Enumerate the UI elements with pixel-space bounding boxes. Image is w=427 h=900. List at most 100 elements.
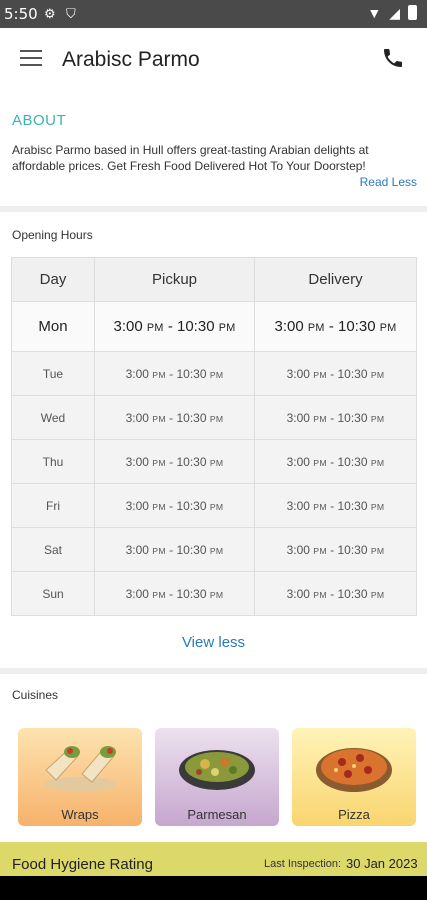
close-ampm: PM [379, 322, 397, 334]
wrap-icon [44, 746, 116, 791]
pickup-hours-cell: 3:00 PM - 10:30 PM [94, 571, 255, 616]
open-ampm: PM [152, 589, 166, 600]
time-separator: - [326, 542, 338, 557]
close-ampm: PM [370, 413, 385, 424]
wifi-icon: ▼ [367, 5, 382, 21]
battery-icon [408, 5, 417, 20]
day-cell: Thu [11, 439, 95, 484]
close-ampm: PM [218, 322, 236, 334]
cuisine-label: Parmesan [187, 807, 247, 822]
open-ampm: PM [152, 413, 166, 424]
time-separator: - [326, 366, 338, 381]
cuisine-card-pizza[interactable]: Pizza [292, 728, 416, 826]
open-ampm: PM [152, 501, 166, 512]
close-ampm: PM [209, 501, 224, 512]
open-ampm: PM [152, 457, 166, 468]
open-ampm: PM [313, 457, 327, 468]
day-cell: Mon [11, 301, 95, 352]
delivery-hours-cell: 3:00 PM - 10:30 PM [254, 571, 417, 616]
read-less-link[interactable]: Read Less [360, 175, 417, 189]
open-ampm: PM [146, 322, 164, 334]
last-inspection-label: Last Inspection: [264, 858, 342, 870]
open-ampm: PM [152, 369, 166, 380]
table-row: Wed 3:00 PM - 10:30 PM 3:00 PM - 10:30 PM [11, 395, 417, 440]
pickup-hours-cell: 3:00 PM - 10:30 PM [94, 301, 255, 352]
close-time: 10:30 [337, 498, 368, 513]
time-separator: - [326, 586, 338, 601]
time-separator: - [326, 498, 338, 513]
open-ampm: PM [313, 501, 327, 512]
open-time: 3:00 [125, 410, 149, 425]
close-time: 10:30 [338, 318, 376, 335]
time-separator: - [165, 498, 177, 513]
close-time: 10:30 [337, 586, 368, 601]
open-time: 3:00 [125, 366, 149, 381]
open-time: 3:00 [286, 454, 310, 469]
shield-icon: ⛉ [66, 6, 76, 21]
close-ampm: PM [209, 457, 224, 468]
open-ampm: PM [313, 589, 327, 600]
salad-bowl-icon [179, 750, 255, 790]
last-inspection-date: 30 Jan 2023 [346, 856, 418, 871]
close-time: 10:30 [176, 454, 207, 469]
open-time: 3:00 [286, 410, 310, 425]
open-ampm: PM [313, 369, 327, 380]
page-title: Arabisc Parmo [62, 48, 200, 71]
open-ampm: PM [313, 413, 327, 424]
time-separator: - [165, 542, 177, 557]
time-separator: - [163, 318, 177, 335]
cuisines-label: Cuisines [12, 688, 59, 702]
open-time: 3:00 [286, 498, 310, 513]
day-cell: Sat [11, 527, 95, 572]
signal-icon: ◢ [389, 5, 400, 21]
delivery-hours-cell: 3:00 PM - 10:30 PM [254, 351, 417, 396]
day-cell: Tue [11, 351, 95, 396]
pickup-hours-cell: 3:00 PM - 10:30 PM [94, 351, 255, 396]
close-time: 10:30 [177, 318, 215, 335]
close-ampm: PM [370, 589, 385, 600]
opening-hours-label: Opening Hours [12, 228, 93, 242]
time-separator: - [165, 586, 177, 601]
app-bar: Arabisc Parmo [0, 28, 427, 92]
close-ampm: PM [370, 545, 385, 556]
close-ampm: PM [370, 369, 385, 380]
menu-icon[interactable] [20, 50, 42, 68]
cuisine-card-wraps[interactable]: Wraps [18, 728, 142, 826]
close-time: 10:30 [176, 542, 207, 557]
close-time: 10:30 [176, 366, 207, 381]
section-divider [0, 206, 427, 212]
close-ampm: PM [209, 589, 224, 600]
column-header-pickup: Pickup [94, 257, 255, 302]
settings-gear-icon: ⚙ [44, 6, 56, 21]
cuisine-label: Wraps [61, 807, 99, 822]
column-header-delivery: Delivery [254, 257, 417, 302]
open-time: 3:00 [113, 318, 143, 335]
time-separator: - [165, 454, 177, 469]
delivery-hours-cell: 3:00 PM - 10:30 PM [254, 439, 417, 484]
phone-icon[interactable] [381, 46, 405, 70]
close-time: 10:30 [337, 410, 368, 425]
table-row: Fri 3:00 PM - 10:30 PM 3:00 PM - 10:30 PM [11, 483, 417, 528]
pickup-hours-cell: 3:00 PM - 10:30 PM [94, 439, 255, 484]
opening-hours-table: Day Pickup Delivery Mon 3:00 PM - 10:30 P… [11, 257, 417, 616]
open-time: 3:00 [125, 454, 149, 469]
close-time: 10:30 [337, 366, 368, 381]
open-ampm: PM [152, 545, 166, 556]
time-separator: - [326, 454, 338, 469]
close-ampm: PM [370, 457, 385, 468]
section-divider [0, 668, 427, 674]
delivery-hours-cell: 3:00 PM - 10:30 PM [254, 527, 417, 572]
time-separator: - [165, 366, 177, 381]
status-time: 5:50 [4, 5, 38, 23]
cuisine-card-parmesan[interactable]: Parmesan [155, 728, 279, 826]
close-time: 10:30 [176, 410, 207, 425]
table-row: Thu 3:00 PM - 10:30 PM 3:00 PM - 10:30 PM [11, 439, 417, 484]
view-less-link[interactable]: View less [0, 634, 427, 651]
table-header-row: Day Pickup Delivery [11, 257, 417, 302]
open-time: 3:00 [125, 586, 149, 601]
close-time: 10:30 [176, 498, 207, 513]
time-separator: - [324, 318, 338, 335]
delivery-hours-cell: 3:00 PM - 10:30 PM [254, 395, 417, 440]
close-time: 10:30 [176, 586, 207, 601]
open-ampm: PM [307, 322, 325, 334]
